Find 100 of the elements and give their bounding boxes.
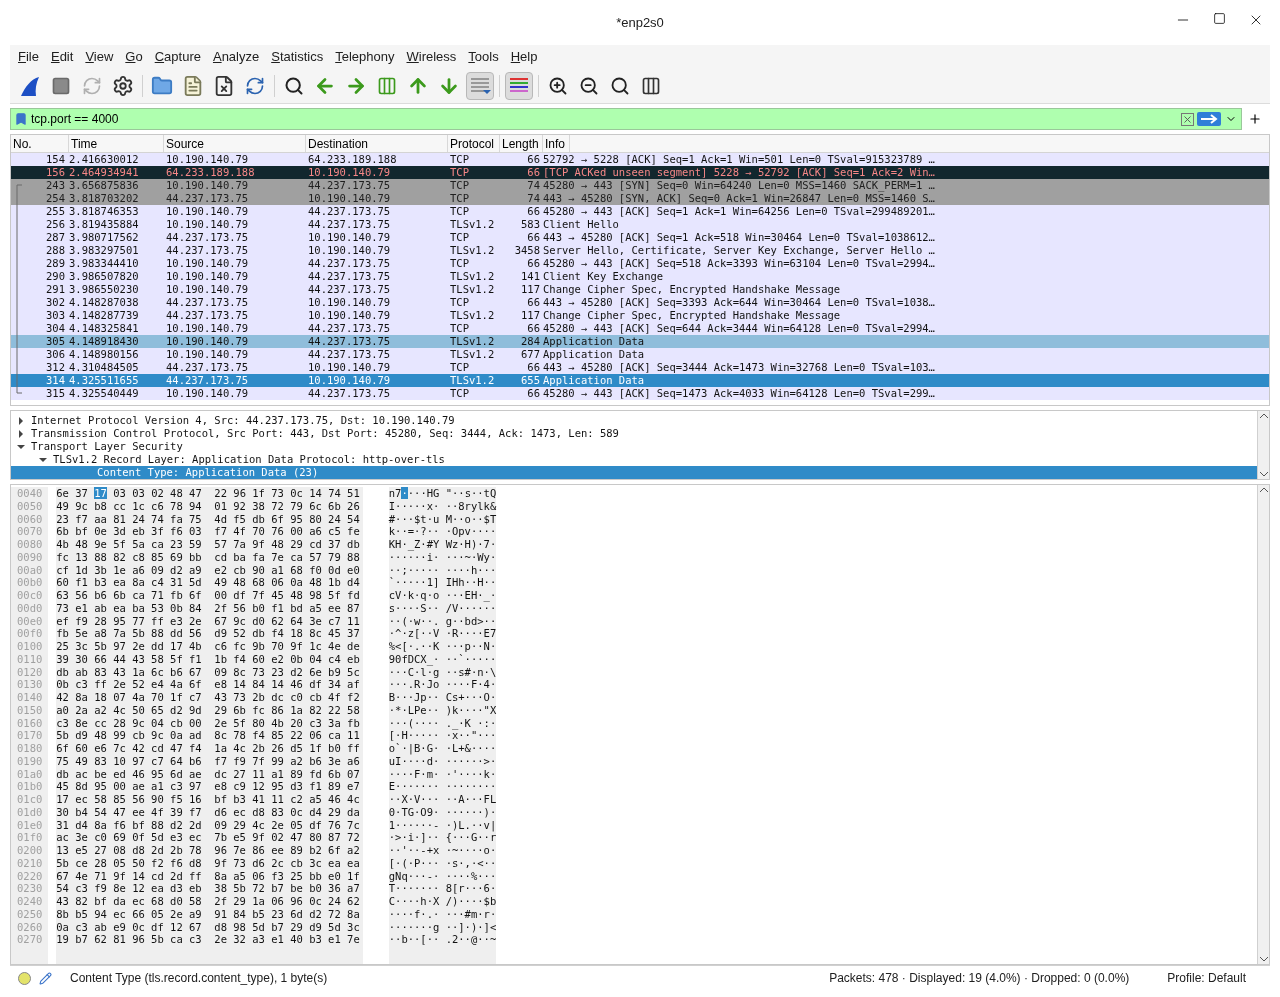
- scroll-down-icon[interactable]: [1259, 471, 1268, 477]
- menu-item[interactable]: Telephony: [335, 46, 395, 67]
- colorize-icon[interactable]: [505, 71, 533, 100]
- detail-row[interactable]: TLSv1.2 Record Layer: Application Data Protocol: http-over-tls: [11, 453, 1257, 466]
- hex-bytes: 23 f7 aa 81 24 74 fa 75 4d f5 db 6f 95 80 24 54: [56, 512, 360, 525]
- column-header[interactable]: Destination: [306, 135, 448, 152]
- hex-offset: 0210: [17, 856, 43, 870]
- packet-row[interactable]: 305 4.148918430 10.190.140.79 44.237.173.75 TLSv1.2 284 Application Data: [11, 335, 1269, 348]
- packet-time: 4.325511655: [69, 374, 140, 387]
- hex-bytes: 5b ce 28 05 50 f2 f6 d8 9f 73 d6 2c cb 3c ea ea: [56, 856, 360, 869]
- packet-row[interactable]: 312 4.310484505 44.237.173.75 10.190.140.79 TCP 66 443 → 45280 [ACK] Seq=3444 Ack=1473 Win=32768 Len=0 TSval=103…: [11, 361, 1269, 374]
- hex-offset: 0040: [17, 487, 43, 500]
- scrollbar[interactable]: [1257, 485, 1269, 964]
- filter-text: tcp.port == 4000: [31, 111, 119, 128]
- packet-row[interactable]: 243 3.656875836 10.190.140.79 44.237.173.75 TCP 74 45280 → 443 [SYN] Seq=0 Win=64240 Len=0 MSS=1460 SACK_PERM=1 …: [11, 179, 1269, 192]
- packet-time: 4.148287038: [69, 296, 140, 309]
- ascii-text: [·H····· ·x··"···: [388, 729, 497, 742]
- menu-item[interactable]: File: [18, 46, 39, 67]
- packet-time: 4.148325841: [69, 322, 140, 335]
- packet-row[interactable]: 287 3.980717562 44.237.173.75 10.190.140.79 TCP 66 443 → 45280 [ACK] Seq=1 Ack=518 Win=30464 Len=0 TSval=1038612…: [11, 231, 1269, 244]
- ascii-text: cV·k·q·o ···EH·_·: [388, 589, 497, 601]
- menu-item[interactable]: Wireless: [406, 46, 457, 67]
- add-filter-icon[interactable]: [1248, 112, 1262, 126]
- packet-row[interactable]: 289 3.983344410 10.190.140.79 44.237.173.75 TCP 66 45280 → 443 [ACK] Seq=518 Ack=3393 Win=63104 Len=0 TSval=2994…: [11, 257, 1269, 270]
- column-header[interactable]: Time: [69, 135, 164, 152]
- packet-source: 44.237.173.75: [165, 192, 250, 205]
- status-indicator-icon[interactable]: [18, 971, 31, 985]
- shark-fin-icon: [19, 74, 41, 97]
- hex-offset: 0240: [17, 895, 43, 908]
- autoscroll-icon[interactable]: [466, 71, 494, 100]
- ascii-text: uI····d· ······>·: [388, 754, 497, 767]
- ascii-text: ···.R·Jo ····F·4·: [388, 678, 497, 691]
- hex-bytes: db ab 83 43 1a 6c b6 67 09 8c 73 23 d2 6e b9 5c: [56, 665, 360, 678]
- apply-arrow-icon[interactable]: [1197, 112, 1221, 126]
- packet-length: 74: [526, 192, 541, 205]
- packet-row[interactable]: 255 3.818746353 10.190.140.79 44.237.173.75 TCP 66 45280 → 443 [ACK] Seq=1 Ack=1 Win=64256 Len=0 TSval=299489201…: [11, 205, 1269, 218]
- display-filter-field[interactable]: tcp.port == 4000: [10, 108, 1242, 130]
- hex-offset: 0130: [17, 678, 43, 691]
- packet-row[interactable]: 256 3.819435884 10.190.140.79 44.237.173.75 TLSv1.2 583 Client Hello: [11, 218, 1269, 231]
- packet-destination: 10.190.140.79: [307, 192, 392, 205]
- expanded-arrow-icon[interactable]: [39, 455, 47, 464]
- packet-row[interactable]: 303 4.148287739 44.237.173.75 10.190.140.79 TLSv1.2 117 Change Cipher Spec, Encrypted Handshake Message: [11, 309, 1269, 322]
- detail-text: Content Type: Application Data (23): [96, 466, 319, 479]
- scrollbar[interactable]: [1257, 411, 1269, 479]
- scroll-down-icon[interactable]: [1259, 956, 1268, 962]
- column-header[interactable]: Source: [164, 135, 306, 152]
- packet-row[interactable]: 304 4.148325841 10.190.140.79 44.237.173.75 TCP 66 45280 → 443 [ACK] Seq=644 Ack=3444 Win=64128 Len=0 TSval=2994…: [11, 322, 1269, 335]
- menu-item[interactable]: Tools: [468, 46, 499, 67]
- menu-item[interactable]: View: [85, 46, 114, 67]
- maximize-icon[interactable]: [1213, 12, 1226, 25]
- detail-row[interactable]: Internet Protocol Version 4, Src: 44.237.173.75, Dst: 10.190.140.79: [11, 414, 1257, 427]
- stop-icon: [51, 75, 71, 96]
- ascii-text: ·*·LPe·· )k····"X: [388, 703, 497, 716]
- detail-row[interactable]: Transport Layer Security: [11, 440, 1257, 453]
- collapsed-arrow-icon[interactable]: [17, 429, 25, 438]
- packet-length: 284: [520, 335, 541, 348]
- packet-time: 4.325540449: [69, 387, 140, 400]
- menu-item[interactable]: Go: [125, 46, 143, 67]
- menu-item[interactable]: Statistics: [271, 46, 324, 67]
- packet-info: 443 → 45280 [ACK] Seq=3444 Ack=1473 Win=32768 Len=0 TSval=103…: [543, 361, 936, 374]
- bookmark-icon[interactable]: [14, 112, 28, 126]
- menu-item[interactable]: Capture: [154, 46, 201, 67]
- status-packet-counts: Packets: 478 · Displayed: 19 (4.0%) · Dropped: 0 (0.0%): [829, 970, 1130, 987]
- packet-length: 74: [526, 179, 541, 192]
- packet-row[interactable]: 154 2.416630012 10.190.140.79 64.233.189.188 TCP 66 52792 → 5228 [ACK] Seq=1 Ack=1 Win=501 Len=0 TSval=915323789 …: [11, 153, 1269, 166]
- collapsed-arrow-icon[interactable]: [17, 416, 25, 425]
- packet-row[interactable]: 314 4.325511655 44.237.173.75 10.190.140.79 TLSv1.2 655 Application Data: [11, 374, 1269, 387]
- column-header[interactable]: Protocol: [448, 135, 500, 152]
- scroll-up-icon[interactable]: [1259, 487, 1268, 493]
- scroll-up-icon[interactable]: [1259, 413, 1268, 419]
- packet-row[interactable]: 156 2.464934941 64.233.189.188 10.190.140.79 TCP 66 [TCP ACKed unseen segment] 5228 → 52792 [ACK] Seq=1 Ack=2 Win…: [11, 166, 1269, 179]
- menu-item[interactable]: Edit: [50, 46, 74, 67]
- packet-row[interactable]: 302 4.148287038 44.237.173.75 10.190.140.79 TCP 66 443 → 45280 [ACK] Seq=3393 Ack=644 Win=30464 Len=0 TSval=1038…: [11, 296, 1269, 309]
- ascii-text: I·····x· ··8rylk&: [388, 499, 497, 512]
- column-header[interactable]: Length: [500, 135, 543, 152]
- packet-length: 66: [526, 296, 541, 309]
- packet-row[interactable]: 290 3.986507820 10.190.140.79 44.237.173.75 TLSv1.2 141 Client Key Exchange: [11, 270, 1269, 283]
- hex-bytes: 4b 48 9e 5f 5a ca 23 59 57 7a 9f 48 29 cd 37 db: [56, 538, 360, 550]
- packet-destination: 44.237.173.75: [307, 348, 392, 361]
- packet-row[interactable]: 254 3.818703202 44.237.173.75 10.190.140.79 TCP 74 443 → 45280 [SYN, ACK] Seq=0 Ack=1 Win=26847 Len=0 MSS=1460 S…: [11, 192, 1269, 205]
- detail-row[interactable]: Content Type: Application Data (23): [11, 466, 1257, 479]
- packet-row[interactable]: 291 3.986550230 10.190.140.79 44.237.173.75 TLSv1.2 117 Change Cipher Spec, Encrypted Handshake Message: [11, 283, 1269, 296]
- packet-row[interactable]: 306 4.148980156 10.190.140.79 44.237.173.75 TLSv1.2 677 Application Data: [11, 348, 1269, 361]
- expanded-arrow-icon[interactable]: [17, 442, 25, 451]
- menu-item[interactable]: Analyze: [212, 46, 260, 67]
- packet-length: 141: [520, 270, 541, 283]
- packet-row[interactable]: 315 4.325540449 10.190.140.79 44.237.173.75 TCP 66 45280 → 443 [ACK] Seq=1473 Ack=4033 Win=64128 Len=0 TSval=299…: [11, 387, 1269, 400]
- clear-icon[interactable]: [1181, 112, 1194, 126]
- hex-offset: 0270: [17, 933, 43, 946]
- column-header[interactable]: Info: [543, 135, 570, 152]
- packet-length: 117: [520, 309, 541, 322]
- packet-time: 3.818703202: [69, 192, 140, 205]
- ascii-text: ··(·w··. g··bd>··: [388, 614, 497, 627]
- edit-comment-icon[interactable]: [39, 971, 52, 985]
- detail-row[interactable]: Transmission Control Protocol, Src Port: 443, Dst Port: 45280, Seq: 3444, Ack: 1473, Len: 589: [11, 427, 1257, 440]
- packet-row[interactable]: 288 3.983297501 44.237.173.75 10.190.140.79 TLSv1.2 3458 Server Hello, Certificate, Server Key Exchange, Server Hello …: [11, 244, 1269, 257]
- menu-item[interactable]: Help: [510, 46, 538, 67]
- column-header[interactable]: No.: [11, 135, 69, 152]
- hex-offset: 00e0: [17, 614, 43, 628]
- packet-time: 3.656875836: [69, 179, 140, 192]
